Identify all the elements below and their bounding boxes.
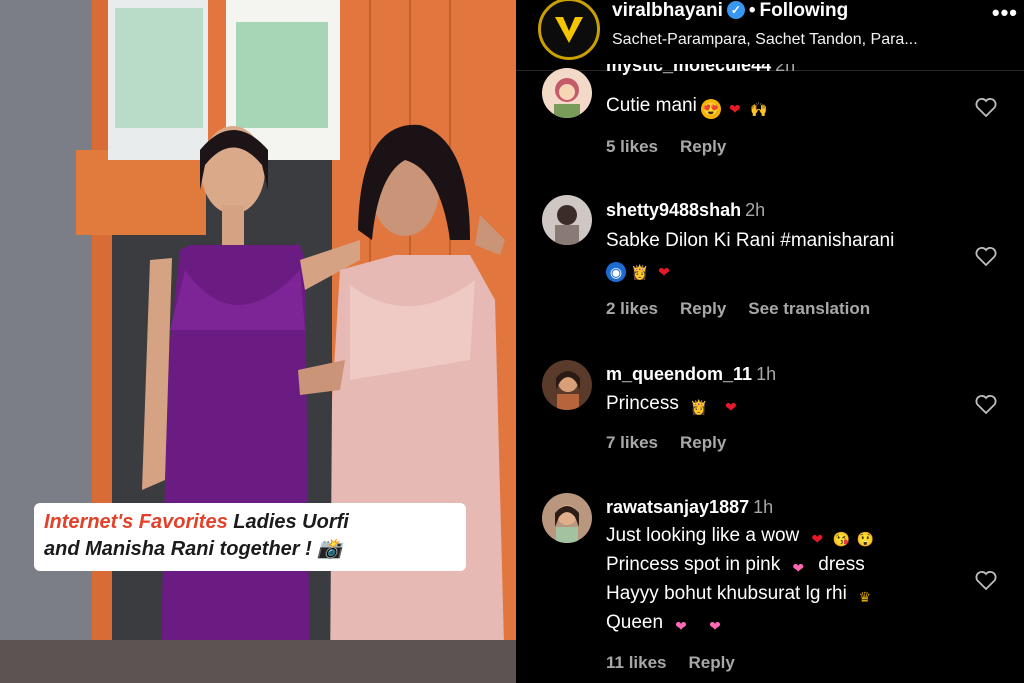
post-photo-illustration [0, 0, 516, 683]
comment-emoji-row: ◉ 👸 ❤ [606, 254, 674, 283]
pink-heart-emoji-icon: ❤ [709, 618, 721, 634]
comment-text: Princess 👸 ❤ [606, 389, 741, 418]
caption-line-2: and Manisha Rani together ! 📸 [44, 536, 456, 563]
like-heart-icon[interactable] [974, 568, 998, 592]
pink-heart-emoji-icon: ❤ [792, 560, 805, 576]
comment-username-text[interactable]: shetty9488shah [606, 200, 741, 220]
comment-meta: 5 likes Reply [606, 137, 748, 157]
avatar-illustration [555, 505, 579, 543]
avatar-illustration [554, 78, 580, 118]
caption-overlay: Internet's Favorites Ladies Uorfi and Ma… [34, 503, 466, 571]
comment-likes[interactable]: 7 likes [606, 433, 658, 452]
reply-button[interactable]: Reply [689, 653, 735, 672]
following-button[interactable]: Following [760, 0, 849, 21]
princess-emoji-icon: 👸 [690, 399, 708, 415]
avatar-illustration [555, 205, 579, 245]
comment-username-text[interactable]: rawatsanjay1887 [606, 497, 749, 517]
like-heart-icon[interactable] [974, 244, 998, 268]
comment-text-line-1: Just looking like a wow [606, 525, 800, 546]
red-heart-emoji-icon: ❤ [724, 399, 737, 415]
commenter-avatar[interactable] [542, 493, 592, 543]
comment-likes[interactable]: 2 likes [606, 299, 658, 318]
reply-button[interactable]: Reply [680, 299, 726, 318]
verified-badge-icon: ✓ [726, 1, 745, 19]
comment-text-line: Just looking like a wow ❤ 😘 😲 [606, 521, 875, 550]
post-header-title: viralbhayani ✓ • Following [612, 0, 848, 22]
post-image[interactable]: Internet's Favorites Ladies Uorfi and Ma… [0, 0, 516, 683]
comment-text-line: Hayyy bohut khubsurat lg rhi ♛ [606, 579, 875, 608]
caption-line-1: Internet's Favorites Ladies Uorfi [44, 509, 456, 536]
comment-text-line-2b: dress [818, 554, 865, 575]
nazar-amulet-emoji-icon: ◉ [606, 262, 626, 282]
commenter-avatar[interactable] [542, 360, 592, 410]
avatar-illustration [556, 371, 580, 410]
comment-time: 1h [756, 364, 777, 384]
astonished-face-emoji-icon: 😲 [856, 531, 874, 547]
comment-meta: 2 likes Reply See translation [606, 299, 892, 319]
comment-username[interactable]: m_queendom_11 1h [606, 364, 776, 385]
red-heart-emoji-icon: ❤ [811, 531, 824, 547]
comment-meta: 7 likes Reply [606, 433, 748, 453]
comment-text-line-3: Hayyy bohut khubsurat lg rhi [606, 583, 847, 604]
comment-username[interactable]: rawatsanjay1887 1h [606, 497, 773, 518]
pink-heart-emoji-icon: ❤ [675, 618, 687, 634]
crown-emoji-icon: ♛ [858, 589, 872, 605]
see-translation-button[interactable]: See translation [748, 299, 870, 318]
red-heart-emoji-icon: ❤ [658, 264, 670, 280]
comment-likes[interactable]: 11 likes [606, 653, 667, 672]
caption-highlight: Internet's Favorites [44, 511, 228, 533]
comment-text-body: Princess [606, 393, 679, 414]
account-username[interactable]: viralbhayani [612, 0, 723, 21]
comment-text-body: Cutie mani [606, 95, 697, 116]
comments-panel: viralbhayani ✓ • Following Sachet-Parampara… [516, 0, 1024, 683]
comment-username[interactable]: mystic_molecule44 2h [606, 64, 795, 78]
comment-text-line-2: Princess spot in pink [606, 554, 781, 575]
separator-dot: • [748, 0, 756, 21]
like-heart-icon[interactable] [974, 392, 998, 416]
reply-button[interactable]: Reply [680, 137, 726, 156]
comment-time: 1h [753, 497, 774, 517]
princess-emoji-icon: 👸 [631, 264, 649, 280]
commenter-avatar[interactable] [542, 195, 592, 245]
comment-text: Cutie mani 😍 ❤ 🙌 [606, 91, 769, 120]
comment-likes[interactable]: 5 likes [606, 137, 658, 156]
caption-line-2-text: and Manisha Rani together ! [44, 538, 312, 560]
viral-logo-icon [555, 17, 583, 43]
comment-time: 2h [775, 64, 796, 75]
comment-username[interactable]: shetty9488shah 2h [606, 200, 765, 221]
comment-text-line: Queen ❤ ❤ [606, 608, 725, 637]
red-heart-emoji-icon: ❤ [728, 101, 741, 117]
comment-time: 2h [745, 200, 766, 220]
account-avatar[interactable] [538, 0, 600, 60]
like-heart-icon[interactable] [974, 95, 998, 119]
raising-hands-emoji-icon: 🙌 [750, 101, 768, 117]
audio-attribution[interactable]: Sachet-Parampara, Sachet Tandon, Para... [612, 31, 918, 49]
comment-username-text[interactable]: m_queendom_11 [606, 364, 752, 384]
camera-emoji-icon: 📸 [317, 538, 343, 560]
caption-rest: Ladies Uorfi [227, 511, 349, 533]
comment-username-text[interactable]: mystic_molecule44 [606, 64, 771, 75]
comment-meta: 11 likes Reply [606, 653, 757, 673]
heart-eyes-emoji-icon: 😍 [700, 99, 721, 119]
comment-text: Sabke Dilon Ki Rani #manisharani [606, 230, 895, 251]
more-options-icon[interactable]: ••• [992, 0, 1018, 26]
reply-button[interactable]: Reply [680, 433, 726, 452]
commenter-avatar[interactable] [542, 68, 592, 118]
comment-text-line: Princess spot in pink ❤ dress [606, 550, 865, 579]
kissing-face-emoji-icon: 😘 [832, 531, 850, 547]
comment-text-line-4: Queen [606, 612, 664, 633]
